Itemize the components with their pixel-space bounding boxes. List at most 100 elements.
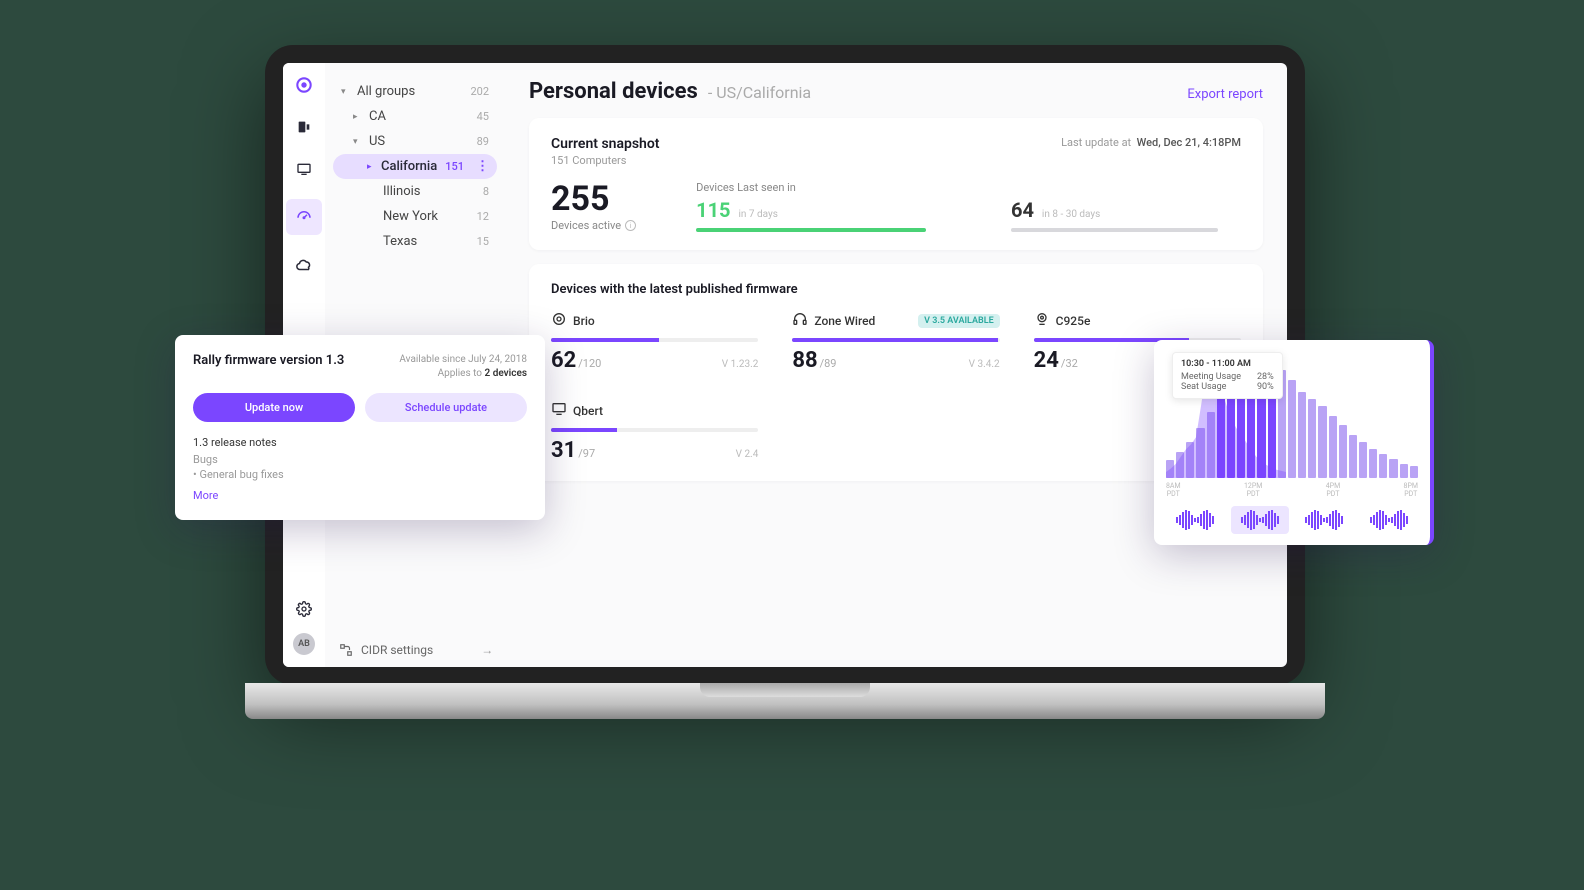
group-count: 45 [477,110,489,123]
firmware-device-item[interactable]: Qbert31/97V 2.4 [551,401,758,463]
group-row-ca[interactable]: ▸ CA 45 [333,104,497,129]
seen-30-bar [1011,228,1218,232]
last-seen-label: Devices Last seen in [696,181,926,194]
chart-bar [1389,459,1397,478]
devices-active-label: Devices active i [551,219,636,232]
firmware-device-item[interactable]: Brio62/120V 1.23.2 [551,311,758,373]
firmware-progress-bar [551,338,758,342]
device-current: 24 [1034,348,1059,373]
device-name: Brio [573,314,595,328]
device-name: Zone Wired [814,314,875,328]
firmware-progress-bar [551,428,758,432]
page-title: Personal devices [529,79,698,104]
seen-30-count: 64 [1011,198,1034,222]
group-label: CA [369,109,386,124]
device-total: /120 [578,357,601,370]
seen-7-bar [696,228,926,232]
firmware-progress-bar [792,338,999,342]
chart-bar [1369,449,1377,478]
user-avatar[interactable]: AB [293,633,315,655]
group-label: Texas [383,234,417,249]
device-version: V 2.4 [736,449,759,460]
group-count: 151 [445,160,464,173]
group-count: 12 [477,210,489,223]
chart-bar [1329,416,1337,478]
chevron-down-icon: ▾ [353,137,361,147]
kebab-menu-icon[interactable]: ⋮ [476,159,489,174]
export-report-link[interactable]: Export report [1187,87,1263,102]
snapshot-title: Current snapshot [551,136,660,152]
group-label: California [381,159,437,174]
group-row-newyork[interactable]: New York 12 [333,204,497,229]
devices-active-count: 255 [551,179,636,219]
arrow-right-icon: → [481,643,493,657]
group-count: 8 [483,185,489,198]
device-current: 31 [551,438,576,463]
firmware-device-item[interactable]: Zone WiredV 3.5 AVAILABLE88/89V 3.4.2 [792,311,999,373]
chart-bar [1349,435,1357,478]
settings-gear-icon[interactable] [292,597,316,621]
group-row-us[interactable]: ▾ US 89 [333,129,497,154]
webcam-icon [1034,311,1050,330]
chart-bar [1400,464,1408,478]
chart-thumb-4[interactable] [1360,506,1419,534]
chart-bar [1207,412,1215,478]
group-label: New York [383,209,438,224]
device-list-icon[interactable] [292,115,316,139]
chart-thumb-2[interactable] [1231,506,1290,534]
chart-axis: 8AMPDT12PMPDT4PMPDT8PMPDT [1166,482,1418,498]
chart-bar [1308,399,1316,478]
chart-thumb-1[interactable] [1166,506,1225,534]
seen-7-period: in 7 days [739,209,778,220]
info-icon[interactable]: i [625,220,636,231]
last-update: Last update at Wed, Dec 21, 4:18PM [1061,136,1241,149]
chart-bar [1176,452,1184,478]
axis-tick: 8AMPDT [1166,482,1181,498]
firmware-update-popup: Rally firmware version 1.3 Available sin… [175,335,545,520]
group-count: 89 [477,135,489,148]
snapshot-card: Current snapshot 151 Computers Last upda… [529,118,1263,250]
chart-bar [1298,392,1306,478]
headset-icon [792,311,808,330]
group-label: All groups [357,84,415,99]
more-link[interactable]: More [193,489,527,502]
rooms-icon[interactable] [292,157,316,181]
group-row-california[interactable]: ▸ California 151 ⋮ [333,154,497,179]
brand-logo-icon[interactable] [292,73,316,97]
update-now-button[interactable]: Update now [193,393,355,422]
chevron-right-icon: ▸ [367,162,373,172]
chart-bar [1379,454,1387,478]
group-row-all[interactable]: ▾ All groups 202 [333,79,497,104]
schedule-update-button[interactable]: Schedule update [365,393,527,422]
version-badge: V 3.5 AVAILABLE [918,314,1000,328]
dashboard-icon[interactable] [286,199,322,235]
device-total: /97 [578,447,595,460]
seen-30-period: in 8 - 30 days [1042,209,1100,220]
chart-bar [1410,466,1418,478]
chart-thumbnails [1166,506,1418,534]
snapshot-subtitle: 151 Computers [551,154,660,167]
group-row-texas[interactable]: Texas 15 [333,229,497,254]
popup-title: Rally firmware version 1.3 [193,353,344,381]
group-count: 202 [470,85,489,98]
device-current: 62 [551,348,576,373]
axis-tick: 4PMPDT [1326,482,1340,498]
cidr-settings-link[interactable]: CIDR settings → [339,643,493,657]
group-row-illinois[interactable]: Illinois 8 [333,179,497,204]
chart-bar [1186,442,1194,478]
chart-thumb-3[interactable] [1295,506,1354,534]
release-notes-title: 1.3 release notes [193,436,527,449]
camera-icon [551,311,567,330]
device-current: 88 [792,348,817,373]
chart-bar [1288,380,1296,478]
cloud-icon[interactable] [292,253,316,277]
device-total: /32 [1061,357,1078,370]
group-label: Illinois [383,184,420,199]
chart-bar [1166,460,1174,478]
chart-bar [1196,428,1204,478]
monitor-icon [551,401,567,420]
device-version: V 3.4.2 [969,359,1000,370]
chevron-right-icon: ▸ [353,112,361,122]
chart-tooltip: 10:30 - 11:00 AM Meeting Usage28% Seat U… [1172,352,1283,399]
chart-bar [1359,442,1367,478]
